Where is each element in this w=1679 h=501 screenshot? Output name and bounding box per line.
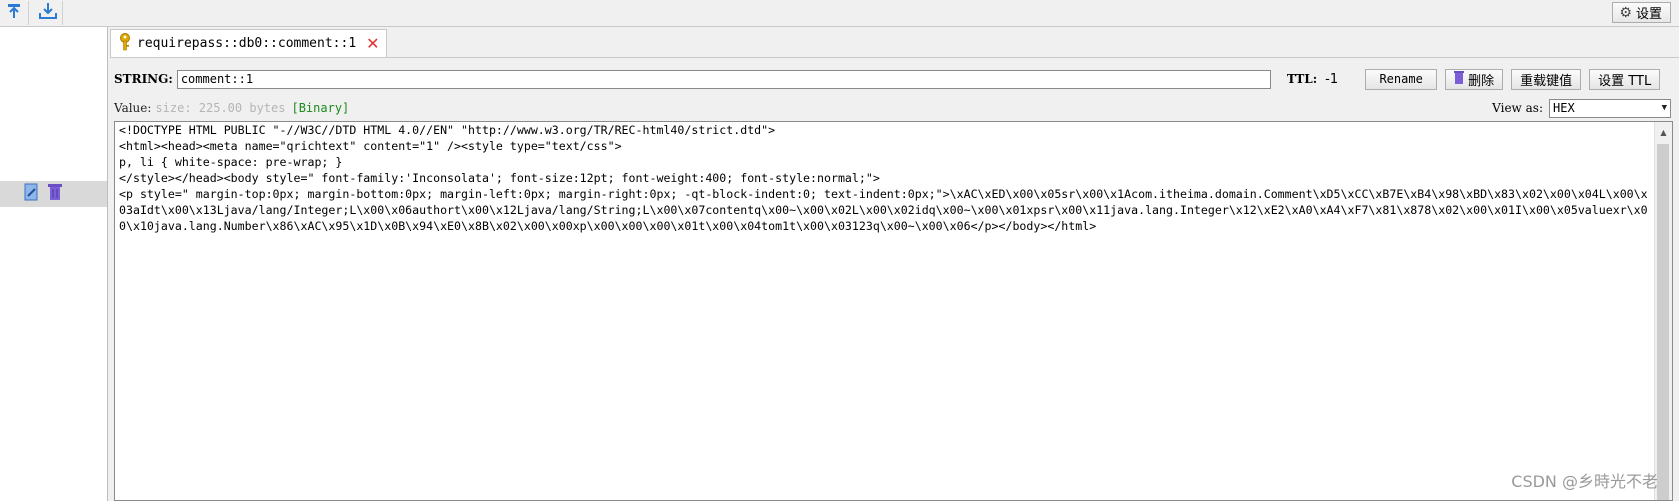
value-size: size: 225.00 bytes <box>155 101 286 115</box>
key-type-label: STRING: <box>114 72 173 86</box>
key-name-field[interactable]: comment::1 <box>176 69 1271 89</box>
set-ttl-button[interactable]: 设置 TTL <box>1589 68 1661 90</box>
edit-key-icon[interactable] <box>24 183 40 205</box>
rename-label: Rename <box>1379 72 1423 86</box>
settings-button[interactable]: ⚙ 设置 <box>1612 2 1671 23</box>
key-detail-panel: STRING: comment::1 TTL: -1 Rename 删除 重载键… <box>110 58 1679 501</box>
export-icon <box>38 2 58 24</box>
set-ttl-label: 设置 TTL <box>1598 73 1652 89</box>
delete-key-icon[interactable] <box>48 183 62 205</box>
connection-tree-sidebar <box>0 27 108 501</box>
tab-title: requirepass::db0::comment::1 <box>137 36 357 51</box>
ttl-label: TTL: <box>1286 72 1318 86</box>
value-info-row: Value: size: 225.00 bytes [Binary] View … <box>114 98 1671 118</box>
view-as-group: View as: HEX ▼ <box>1492 98 1671 118</box>
scroll-up-icon[interactable]: ▲ <box>1655 124 1672 141</box>
reload-label: 重载键值 <box>1520 73 1573 89</box>
main-toolbar: ⚙ 设置 <box>0 0 1679 27</box>
delete-label: 删除 <box>1468 73 1495 89</box>
rename-button[interactable]: Rename <box>1365 68 1438 90</box>
ttl-value: -1 <box>1325 71 1339 87</box>
watermark: CSDN @乡時光不老 <box>1511 472 1658 491</box>
view-as-label: View as: <box>1492 101 1543 115</box>
app-window: ⚙ 设置 requirepass::db0::comment::1 ✕ STRI… <box>0 0 1679 501</box>
import-icon <box>5 2 23 24</box>
close-tab-icon[interactable]: ✕ <box>366 34 379 53</box>
view-as-selected: HEX <box>1553 101 1575 115</box>
tab-key-view[interactable]: requirepass::db0::comment::1 ✕ <box>110 29 387 57</box>
value-content[interactable]: <!DOCTYPE HTML PUBLIC "-//W3C//DTD HTML … <box>119 122 1648 234</box>
tab-bar: requirepass::db0::comment::1 ✕ <box>110 27 1679 58</box>
export-connection-button[interactable] <box>34 1 63 25</box>
key-header-row: STRING: comment::1 TTL: -1 Rename 删除 重载键… <box>114 68 1671 90</box>
vertical-scrollbar[interactable]: ▲ <box>1654 122 1672 500</box>
sidebar-selected-row[interactable] <box>0 181 107 207</box>
trash-icon <box>1454 71 1465 87</box>
import-connection-button[interactable] <box>0 1 29 25</box>
chevron-down-icon: ▼ <box>1661 103 1667 113</box>
scroll-thumb[interactable] <box>1657 144 1669 500</box>
gear-icon: ⚙ <box>1619 4 1632 21</box>
value-label: Value: <box>114 101 152 115</box>
reload-value-button[interactable]: 重载键值 <box>1511 68 1582 90</box>
value-editor[interactable]: <!DOCTYPE HTML PUBLIC "-//W3C//DTD HTML … <box>114 121 1673 501</box>
binary-badge: [Binary] <box>291 101 350 115</box>
delete-button[interactable]: 删除 <box>1445 68 1504 90</box>
view-as-select[interactable]: HEX ▼ <box>1549 98 1671 118</box>
settings-label: 设置 <box>1635 7 1662 22</box>
key-icon <box>119 32 131 55</box>
